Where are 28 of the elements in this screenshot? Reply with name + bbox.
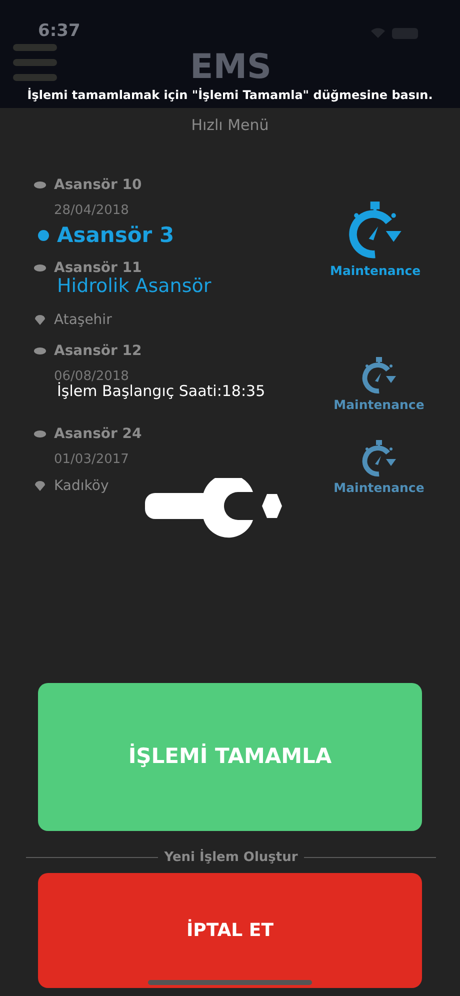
cancel-button[interactable]: İPTAL ET <box>38 873 422 988</box>
elevator-name: Asansör 10 <box>54 176 142 194</box>
dot-icon <box>34 264 46 272</box>
hint-text: İşlemi tamamlamak için "İşlemi Tamamla" düğmesine basın. <box>26 86 434 104</box>
dot-icon <box>38 230 49 242</box>
elevator-location: Kadıköy <box>54 476 109 496</box>
elevator-name: Asansör 24 <box>54 424 142 444</box>
elevator-location: Ataşehir <box>54 310 112 330</box>
dot-icon <box>34 430 46 438</box>
wrench-icon <box>143 478 283 540</box>
elevator-date: 06/08/2018 <box>54 368 129 384</box>
maintenance-label[interactable]: Maintenance <box>334 479 424 498</box>
start-time: İşlem Başlangıç Saati:18:35 <box>57 382 266 402</box>
elevator-date: 28/04/2018 <box>54 202 129 220</box>
elevator-name: Asansör 12 <box>54 342 142 360</box>
dot-icon <box>34 181 46 189</box>
dot-icon <box>34 347 46 355</box>
pin-icon <box>34 314 46 326</box>
elevator-date: 01/03/2017 <box>54 451 129 470</box>
app-title: EMS <box>190 50 270 84</box>
maintenance-label[interactable]: Maintenance <box>330 262 421 281</box>
pin-icon <box>34 480 46 492</box>
menu-icon[interactable] <box>13 44 57 82</box>
section-title: Hızlı Menü <box>190 115 270 136</box>
status-time: 6:37 <box>38 20 80 44</box>
divider-label: Yeni İşlem Oluştur <box>164 848 298 867</box>
maintenance-label[interactable]: Maintenance <box>334 396 424 415</box>
elevator-name: Asansör 3 <box>57 222 174 249</box>
